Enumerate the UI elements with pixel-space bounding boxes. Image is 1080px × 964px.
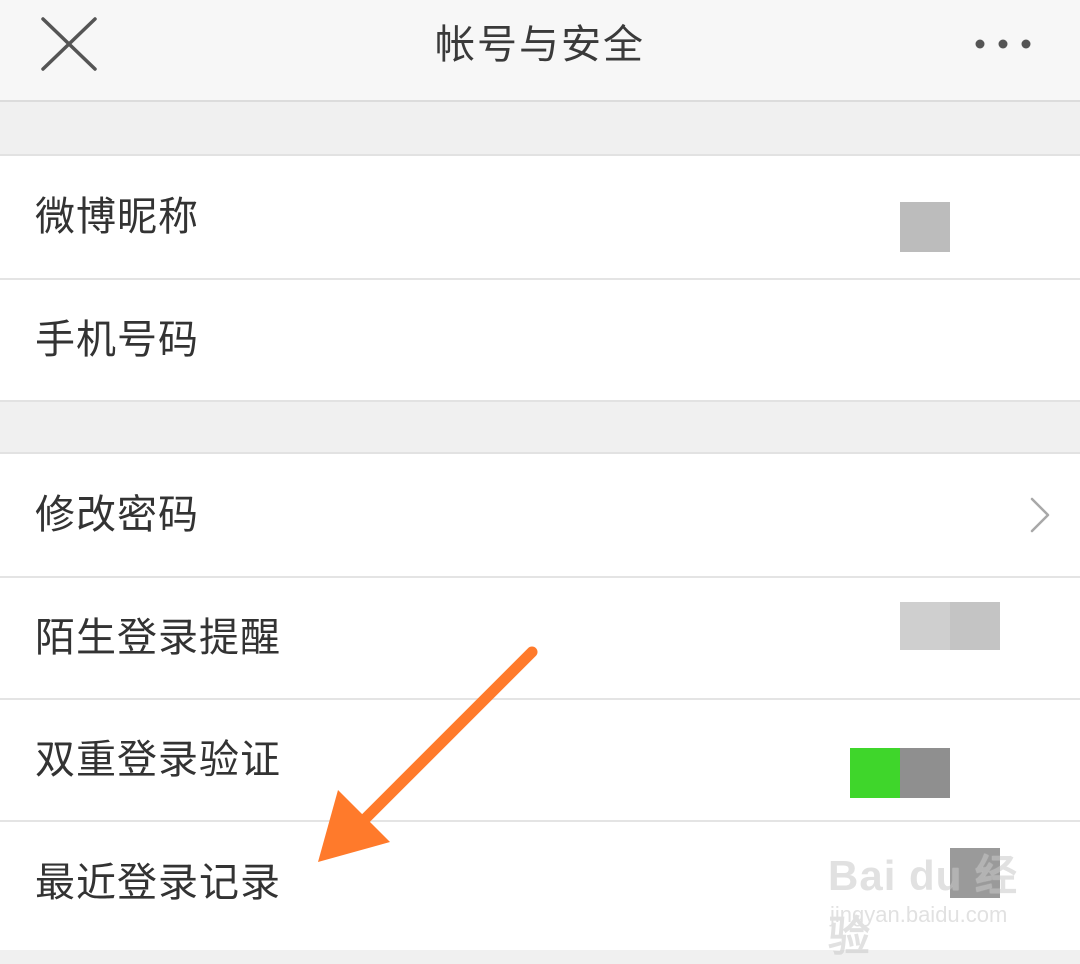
row-label: 双重登录验证 — [35, 737, 281, 783]
row-label: 最近登录记录 — [35, 860, 281, 906]
more-horizontal-icon — [975, 39, 1031, 49]
page-title: 帐号与安全 — [435, 22, 645, 68]
row-stranger-login-alert[interactable]: 陌生登录提醒 — [0, 576, 1080, 698]
row-label: 微博昵称 — [35, 194, 199, 240]
row-label: 手机号码 — [35, 317, 199, 363]
row-label: 修改密码 — [35, 492, 199, 538]
row-two-step-verification[interactable]: 双重登录验证 — [0, 698, 1080, 820]
more-button[interactable] — [966, 24, 1046, 64]
row-weibo-nickname[interactable]: 微博昵称 — [0, 156, 1080, 278]
baidu-watermark: Bai du 经验 jingyan.baidu.com — [828, 842, 1038, 960]
nickname-value-redacted — [900, 202, 950, 252]
row-change-password[interactable]: 修改密码 — [0, 454, 1080, 576]
profile-group: 微博昵称 手机号码 — [0, 154, 1080, 402]
row-phone-number[interactable]: 手机号码 — [0, 278, 1080, 400]
row-label: 陌生登录提醒 — [35, 615, 281, 661]
two-step-toggle-knob — [900, 748, 950, 798]
alert-toggle-redacted[interactable] — [900, 602, 950, 650]
nav-bar: 帐号与安全 — [0, 0, 1080, 102]
chevron-right-icon — [1030, 497, 1050, 533]
two-step-toggle[interactable] — [850, 748, 900, 798]
alert-toggle-redacted-2 — [950, 602, 1000, 650]
watermark-url: jingyan.baidu.com — [830, 902, 1008, 927]
